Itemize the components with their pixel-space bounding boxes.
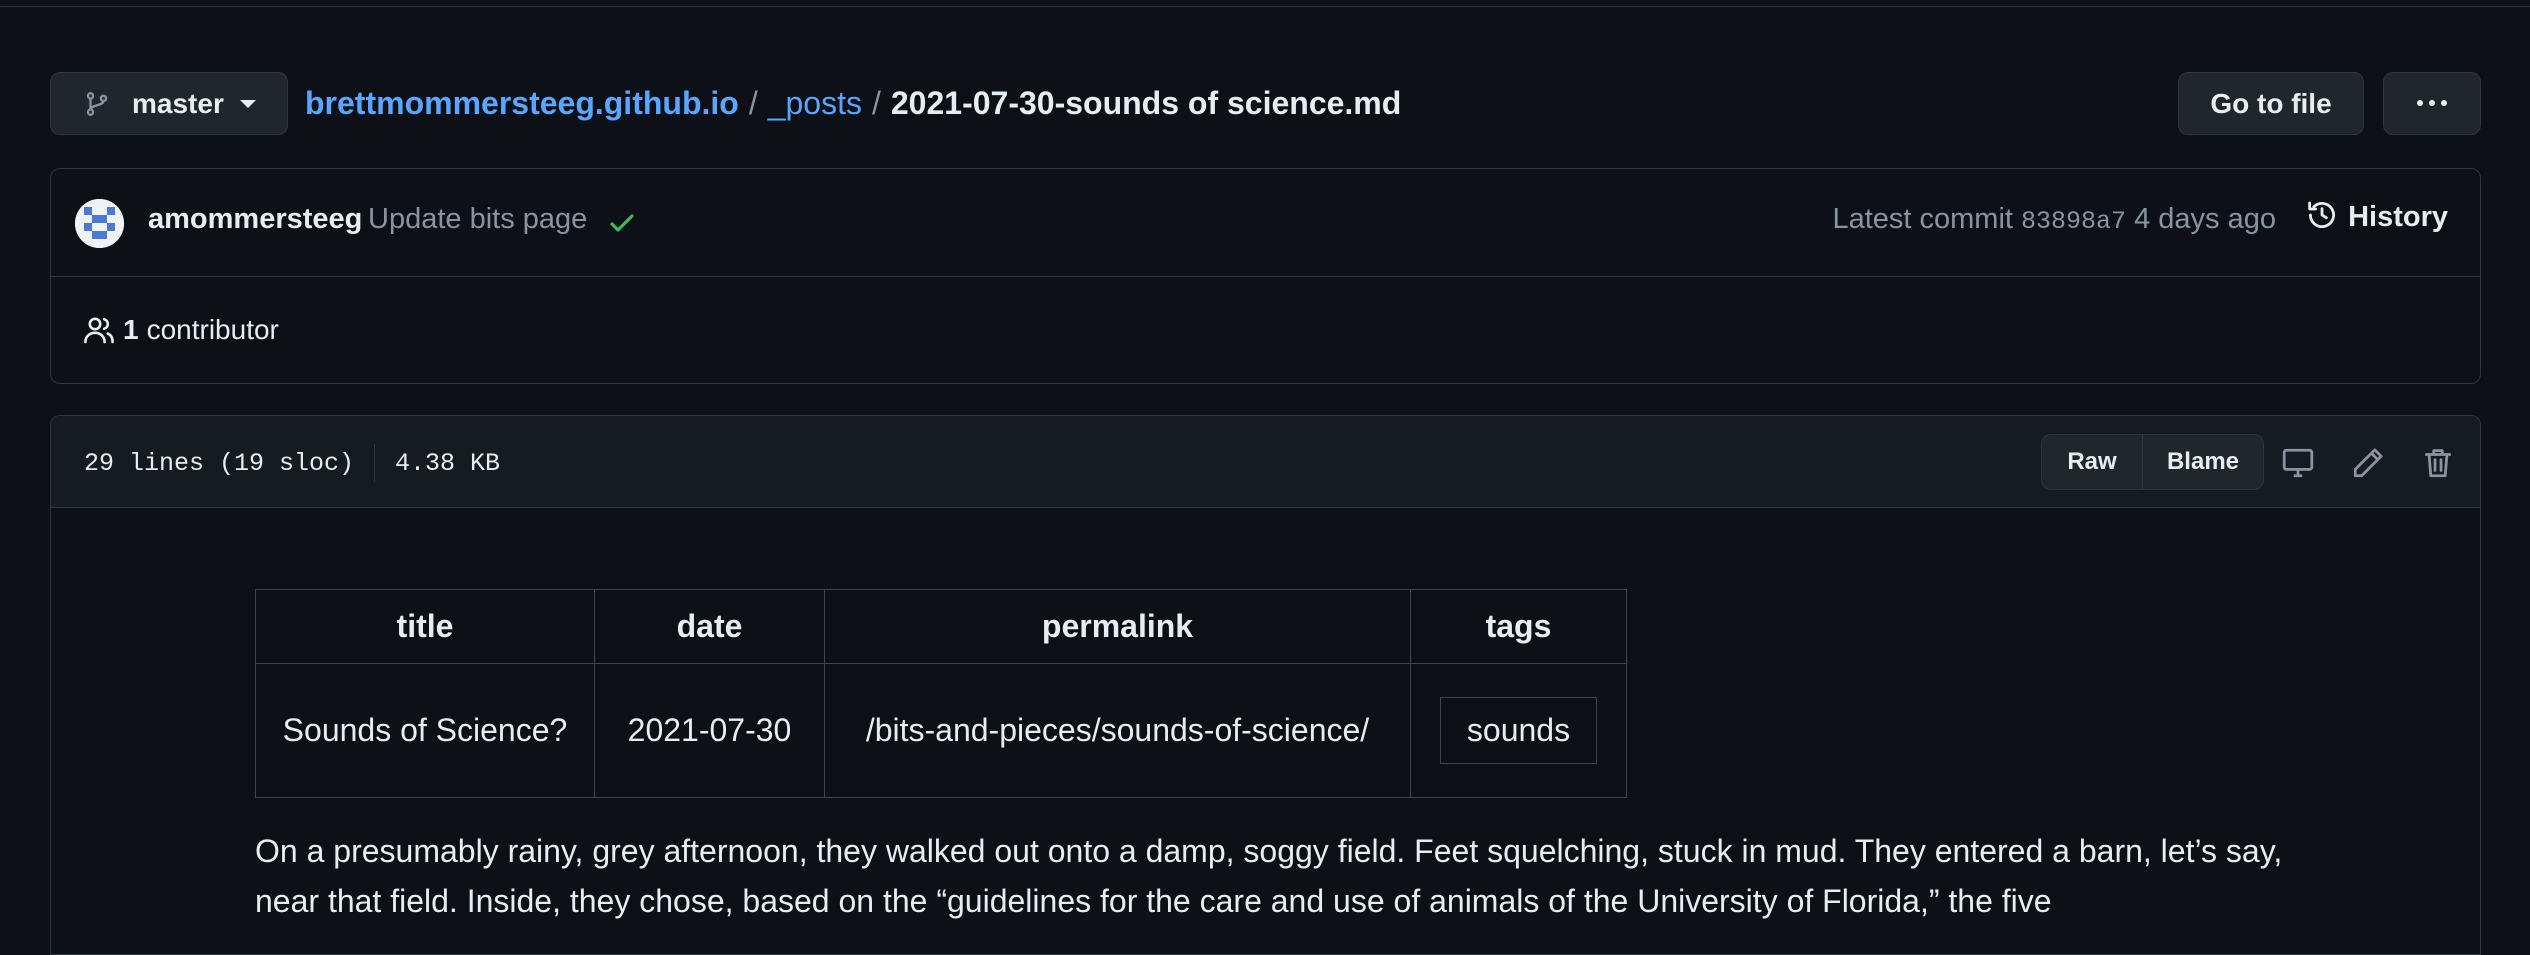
blame-button[interactable]: Blame xyxy=(2143,435,2263,489)
history-link[interactable]: History xyxy=(2306,197,2448,237)
file-nav-header: master brettmommersteeg.github.io / _pos… xyxy=(50,72,2481,135)
git-branch-icon xyxy=(84,89,110,119)
file-header: 29 lines (19 sloc) 4.38 KB Raw Blame xyxy=(51,416,2480,508)
file-viewer: 29 lines (19 sloc) 4.38 KB Raw Blame tit… xyxy=(50,415,2481,955)
commit-age: 4 days ago xyxy=(2134,203,2276,235)
raw-blame-group: Raw Blame xyxy=(2041,434,2264,490)
top-divider xyxy=(0,0,2530,7)
commit-sha-link[interactable]: 83898a7 xyxy=(2021,207,2126,236)
latest-commit-box: amommersteeg Update bits page Latest com… xyxy=(50,168,2481,384)
breadcrumb-separator: / xyxy=(871,85,881,121)
body-paragraph: On a presumably rainy, grey afternoon, t… xyxy=(255,833,2283,919)
contributor-count: 1 xyxy=(123,314,139,345)
latest-commit-label: Latest commit xyxy=(1832,203,2013,235)
more-horizontal-icon xyxy=(2415,95,2449,113)
breadcrumb-separator: / xyxy=(748,85,758,121)
branch-selector-button[interactable]: master xyxy=(50,72,288,135)
trash-icon[interactable] xyxy=(2421,446,2455,480)
branch-name: master xyxy=(132,87,224,119)
front-matter-table: title date permalink tags Sounds of Scie… xyxy=(255,589,1627,798)
column-header-title: title xyxy=(255,589,595,664)
column-header-date: date xyxy=(594,589,825,664)
contributors-row[interactable]: 1 contributor xyxy=(51,277,2480,383)
commit-row: amommersteeg Update bits page Latest com… xyxy=(51,169,2480,277)
file-size: 4.38 KB xyxy=(395,448,501,478)
table-row: Sounds of Science? 2021-07-30 /bits-and-… xyxy=(255,663,1627,798)
commit-author-link[interactable]: amommersteeg xyxy=(148,203,362,236)
column-header-tags: tags xyxy=(1410,589,1627,664)
more-options-button[interactable] xyxy=(2383,72,2481,135)
column-header-permalink: permalink xyxy=(824,589,1411,664)
raw-button[interactable]: Raw xyxy=(2042,435,2143,489)
commit-meta: Latest commit 83898a7 4 days ago xyxy=(1832,203,2276,236)
commit-message-link[interactable]: Update bits page xyxy=(368,203,587,236)
history-icon xyxy=(2306,199,2338,236)
file-info-divider xyxy=(374,444,376,482)
desktop-icon[interactable] xyxy=(2281,446,2315,480)
cell-permalink: /bits-and-pieces/sounds-of-science/ xyxy=(824,663,1411,798)
check-icon[interactable] xyxy=(606,207,638,239)
history-label: History xyxy=(2348,200,2448,233)
chevron-down-icon xyxy=(239,99,256,108)
go-to-file-button[interactable]: Go to file xyxy=(2178,72,2364,135)
breadcrumb-file-name: 2021-07-30-sounds of science.md xyxy=(890,85,1402,121)
file-info: 29 lines (19 sloc) 4.38 KB xyxy=(84,444,500,482)
cell-tags: sounds xyxy=(1410,663,1627,798)
breadcrumb-repo-link[interactable]: brettmommersteeg.github.io xyxy=(305,85,739,122)
breadcrumb-folder-link[interactable]: _posts xyxy=(768,85,862,122)
pencil-icon[interactable] xyxy=(2351,446,2385,480)
cell-title: Sounds of Science? xyxy=(255,663,595,798)
avatar[interactable] xyxy=(75,199,124,248)
contributor-label: contributor xyxy=(146,314,279,345)
tag-item: sounds xyxy=(1439,697,1598,764)
table-header-row: title date permalink tags xyxy=(255,589,1627,664)
cell-date: 2021-07-30 xyxy=(594,663,825,798)
file-lines: 29 lines (19 sloc) xyxy=(84,448,355,478)
people-icon xyxy=(83,314,115,346)
breadcrumb: brettmommersteeg.github.io / _posts / 20… xyxy=(305,72,1401,135)
